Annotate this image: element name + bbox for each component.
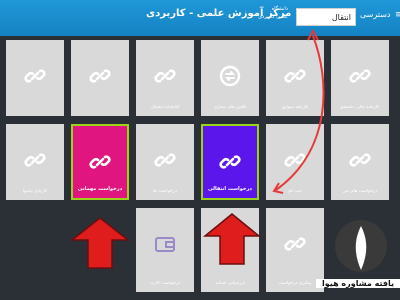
access-label: دسترسی xyxy=(360,10,391,19)
refresh-icon xyxy=(219,65,241,87)
tile-11[interactable]: ثبت نام xyxy=(266,124,324,200)
link-icon xyxy=(219,237,241,251)
link-icon xyxy=(284,69,306,83)
access-menu-button[interactable]: دسترسی ≡ xyxy=(360,10,400,20)
tile-4[interactable]: کلاس های مجازی xyxy=(201,40,259,116)
tile-label: درخواست انتقالی xyxy=(208,186,252,192)
tile-label: درخواست مهمانی xyxy=(77,186,123,192)
red-arrow-up-left xyxy=(69,217,131,269)
link-icon xyxy=(349,69,371,83)
tile-3[interactable]: کتابخانه دیجیتال xyxy=(136,40,194,116)
link-icon xyxy=(284,237,306,251)
university-logo: دانشگاه علمی کاربردی xyxy=(258,5,288,31)
link-icon xyxy=(89,155,111,169)
tile-label: کارنامه مالی دانشجو xyxy=(340,105,380,110)
tile-label: درخواست کارت xyxy=(149,281,181,286)
tile-label: درخواست ها xyxy=(153,189,177,194)
link-icon xyxy=(284,153,306,167)
link-icon xyxy=(219,155,241,169)
tile-transfer-request[interactable]: درخواست انتقالی xyxy=(201,124,259,200)
tile-guest-request[interactable]: درخواست مهمانی xyxy=(71,124,129,200)
tile-label: پیگیری درخواست xyxy=(278,281,312,286)
link-icon xyxy=(24,153,46,167)
tile-label: کلاس های مجازی xyxy=(213,105,247,110)
tile-label: کارتابل پیامها xyxy=(22,189,48,194)
watermark-text: یافته مشاوره هیوا xyxy=(316,279,400,288)
tile-12[interactable]: درخواست های من xyxy=(331,124,389,200)
top-bar: مرکز آموزش علمی - کاربردی دانشگاه علمی ک… xyxy=(0,0,400,36)
tile-2[interactable] xyxy=(71,40,129,116)
tile-14[interactable]: ارزشیابی اساتید xyxy=(201,208,259,292)
tile-5[interactable]: کارنامه سوابق xyxy=(266,40,324,116)
link-icon xyxy=(154,153,176,167)
tile-7[interactable]: کارتابل پیامها xyxy=(6,124,64,200)
link-icon xyxy=(89,69,111,83)
tile-9[interactable]: درخواست ها xyxy=(136,124,194,200)
link-icon xyxy=(154,69,176,83)
tile-6[interactable]: کارنامه مالی دانشجو xyxy=(331,40,389,116)
tile-13[interactable]: درخواست کارت xyxy=(136,208,194,292)
tile-1[interactable] xyxy=(6,40,64,116)
tile-label: کتابخانه دیجیتال xyxy=(150,105,180,110)
wallet-icon xyxy=(155,237,175,252)
link-icon xyxy=(349,153,371,167)
page-title: مرکز آموزش علمی - کاربردی xyxy=(146,8,292,19)
search-input[interactable] xyxy=(296,8,356,26)
logo-line-2: علمی کاربردی xyxy=(258,14,288,20)
tile-label: ارزشیابی اساتید xyxy=(215,281,245,286)
link-icon xyxy=(24,69,46,83)
tile-label: ثبت نام xyxy=(288,189,302,194)
tile-label: کارنامه سوابق xyxy=(281,105,309,110)
menu-icon: ≡ xyxy=(395,10,400,20)
logo-line-1: دانشگاه xyxy=(271,6,288,12)
tile-label: درخواست های من xyxy=(342,189,378,194)
